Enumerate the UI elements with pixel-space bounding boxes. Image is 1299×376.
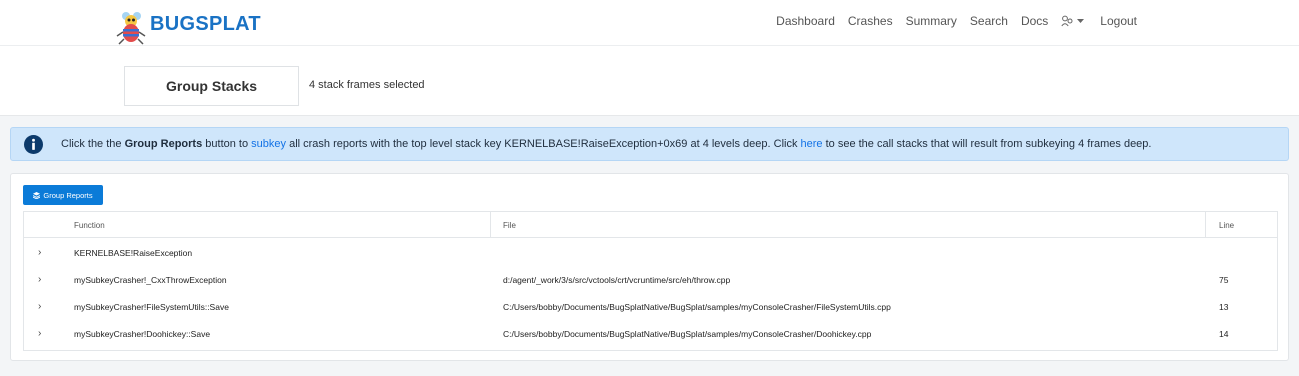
- file-cell: C:/Users/bobby/Documents/BugSplatNative/…: [503, 301, 891, 312]
- nav-search[interactable]: Search: [970, 14, 1008, 28]
- selected-frames-count: 4 stack frames selected: [309, 79, 425, 91]
- here-link[interactable]: here: [801, 138, 823, 150]
- stack-frames-card: Group Reports Function File Line › KERNE…: [10, 173, 1289, 361]
- file-cell: C:/Users/bobby/Documents/BugSplatNative/…: [503, 328, 872, 339]
- group-reports-button[interactable]: Group Reports: [23, 185, 103, 205]
- top-navbar: BUGSPLAT Dashboard Crashes Summary Searc…: [0, 0, 1299, 46]
- alert-text-2: button to: [202, 138, 252, 150]
- alert-text-3: all crash reports with the top level sta…: [286, 138, 801, 150]
- nav-crashes[interactable]: Crashes: [848, 14, 893, 28]
- users-icon: [1061, 15, 1073, 27]
- table-row[interactable]: › mySubkeyCrasher!Doohickey::Save C:/Use…: [24, 320, 1277, 347]
- column-header-line[interactable]: Line: [1205, 212, 1277, 238]
- line-cell: 75: [1219, 274, 1229, 285]
- function-cell: KERNELBASE!RaiseException: [74, 247, 193, 258]
- user-menu-toggle[interactable]: [1061, 15, 1087, 27]
- brand-name: BUGSPLAT: [150, 12, 261, 35]
- file-cell: d:/agent/_work/3/s/src/vctools/crt/vcrun…: [503, 274, 731, 285]
- bug-logo-icon: [116, 12, 146, 45]
- stack-frames-table: Function File Line › KERNELBASE!RaiseExc…: [23, 211, 1278, 351]
- page-header: Group Stacks 4 stack frames selected: [0, 46, 1299, 116]
- chevron-right-icon[interactable]: ›: [38, 239, 41, 266]
- chevron-right-icon[interactable]: ›: [38, 266, 41, 293]
- column-header-function[interactable]: Function: [74, 212, 105, 238]
- nav-dashboard[interactable]: Dashboard: [776, 14, 835, 28]
- info-circle-icon: [24, 134, 43, 154]
- function-cell: mySubkeyCrasher!FileSystemUtils::Save: [74, 301, 229, 312]
- alert-message: Click the the Group Reports button to su…: [61, 138, 1151, 150]
- alert-text-1: Click the the: [61, 138, 125, 150]
- chevron-right-icon[interactable]: ›: [38, 320, 41, 347]
- group-reports-label: Group Reports: [43, 190, 93, 200]
- function-cell: mySubkeyCrasher!_CxxThrowException: [74, 274, 227, 285]
- table-header: Function File Line: [24, 212, 1277, 238]
- nav-docs[interactable]: Docs: [1021, 14, 1048, 28]
- table-row[interactable]: › mySubkeyCrasher!FileSystemUtils::Save …: [24, 293, 1277, 320]
- nav-links: Dashboard Crashes Summary Search Docs Lo…: [763, 14, 1137, 28]
- info-alert: Click the the Group Reports button to su…: [10, 127, 1289, 161]
- chevron-right-icon[interactable]: ›: [38, 293, 41, 320]
- caret-down-icon: [1077, 18, 1085, 23]
- function-cell: mySubkeyCrasher!Doohickey::Save: [74, 328, 211, 339]
- subkey-link[interactable]: subkey: [251, 138, 286, 150]
- layers-icon: [33, 191, 41, 199]
- nav-logout[interactable]: Logout: [1100, 14, 1137, 28]
- line-cell: 13: [1219, 301, 1229, 312]
- alert-bold-group-reports: Group Reports: [124, 138, 203, 150]
- nav-summary[interactable]: Summary: [906, 14, 957, 28]
- line-cell: 14: [1219, 328, 1229, 339]
- page-title: Group Stacks: [124, 66, 299, 106]
- alert-text-4: to see the call stacks that will result …: [822, 138, 1152, 150]
- table-row[interactable]: › mySubkeyCrasher!_CxxThrowException d:/…: [24, 266, 1277, 293]
- column-header-file[interactable]: File: [490, 212, 1205, 238]
- table-row[interactable]: › KERNELBASE!RaiseException: [24, 239, 1277, 266]
